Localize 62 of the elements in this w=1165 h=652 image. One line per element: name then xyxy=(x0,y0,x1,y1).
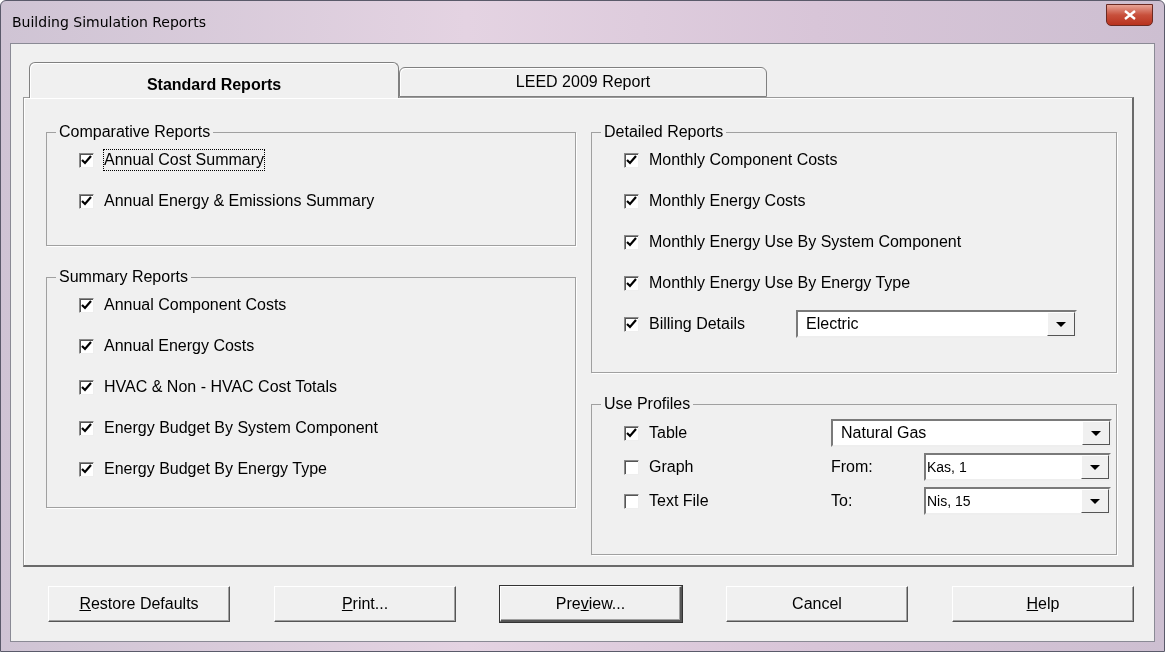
checkbox-label[interactable]: Text File xyxy=(649,491,709,511)
dialog-button[interactable]: Preview... xyxy=(500,586,682,622)
dropdown-field[interactable]: Kas, 1 xyxy=(924,453,1111,481)
checkbox[interactable] xyxy=(79,420,94,436)
dropdown-field[interactable]: Nis, 15 xyxy=(924,487,1111,515)
dropdown-field[interactable]: Natural Gas xyxy=(831,419,1112,447)
group-title: Summary Reports xyxy=(58,268,189,286)
group-title: Detailed Reports xyxy=(603,123,725,141)
checkbox-label[interactable]: Energy Budget By Energy Type xyxy=(104,459,327,479)
checkbox-label[interactable]: Monthly Energy Costs xyxy=(649,191,806,211)
checkbox[interactable] xyxy=(624,234,639,250)
dialog-button[interactable]: Restore Defaults xyxy=(48,586,230,622)
dialog-button[interactable]: Cancel xyxy=(726,586,908,622)
checkbox[interactable] xyxy=(624,493,639,509)
dropdown-button[interactable] xyxy=(1047,312,1075,336)
dropdown-value: Natural Gas xyxy=(840,424,928,442)
checkbox[interactable] xyxy=(624,152,639,168)
close-icon xyxy=(1123,10,1136,20)
checkbox[interactable] xyxy=(624,316,639,332)
checkbox-label[interactable]: Graph xyxy=(649,457,694,477)
checkbox[interactable] xyxy=(79,379,94,395)
dropdown-value: Electric xyxy=(805,315,860,333)
checkbox[interactable] xyxy=(624,275,639,291)
checkbox-label[interactable]: Annual Energy & Emissions Summary xyxy=(104,191,375,211)
dropdown-button[interactable] xyxy=(1081,455,1109,479)
checkbox[interactable] xyxy=(624,193,639,209)
dropdown-button[interactable] xyxy=(1082,421,1110,445)
checkbox[interactable] xyxy=(79,338,94,354)
close-button[interactable] xyxy=(1106,4,1153,26)
dropdown-value: Nis, 15 xyxy=(926,493,972,509)
checkbox-label[interactable]: Annual Cost Summary xyxy=(104,150,265,170)
checkbox[interactable] xyxy=(79,193,94,209)
dropdown-arrow-icon xyxy=(1056,321,1066,327)
dropdown-value: Kas, 1 xyxy=(926,459,968,475)
group-title: Use Profiles xyxy=(603,395,692,413)
checkbox[interactable] xyxy=(624,459,639,475)
checkbox[interactable] xyxy=(79,152,94,168)
field-label: From: xyxy=(831,458,874,476)
tab[interactable]: Standard Reports xyxy=(29,62,399,98)
checkbox-label[interactable]: Monthly Energy Use By Energy Type xyxy=(649,273,911,293)
dropdown-arrow-icon xyxy=(1090,464,1100,470)
checkbox[interactable] xyxy=(79,297,94,313)
checkbox-label[interactable]: Monthly Energy Use By System Component xyxy=(649,232,962,252)
checkbox-label[interactable]: Table xyxy=(649,423,688,443)
checkbox-label[interactable]: Billing Details xyxy=(649,314,796,334)
checkbox-label[interactable]: Energy Budget By System Component xyxy=(104,418,378,438)
dropdown-arrow-icon xyxy=(1091,430,1101,436)
window-title: Building Simulation Reports xyxy=(12,14,206,30)
tab[interactable]: LEED 2009 Report xyxy=(399,67,767,97)
group-title: Comparative Reports xyxy=(58,123,212,141)
checkbox-label[interactable]: Annual Component Costs xyxy=(104,295,287,315)
checkbox[interactable] xyxy=(624,425,639,441)
checkbox[interactable] xyxy=(79,461,94,477)
checkbox-label[interactable]: HVAC & Non - HVAC Cost Totals xyxy=(104,377,337,397)
dialog-button[interactable]: Help xyxy=(952,586,1134,622)
dialog-button[interactable]: Print... xyxy=(274,586,456,622)
checkbox-label[interactable]: Annual Energy Costs xyxy=(104,336,255,356)
field-label: To: xyxy=(831,492,854,510)
dropdown-arrow-icon xyxy=(1090,498,1100,504)
dropdown-button[interactable] xyxy=(1081,489,1109,513)
checkbox-label[interactable]: Monthly Component Costs xyxy=(649,150,838,170)
dropdown-field[interactable]: Electric xyxy=(796,310,1077,338)
